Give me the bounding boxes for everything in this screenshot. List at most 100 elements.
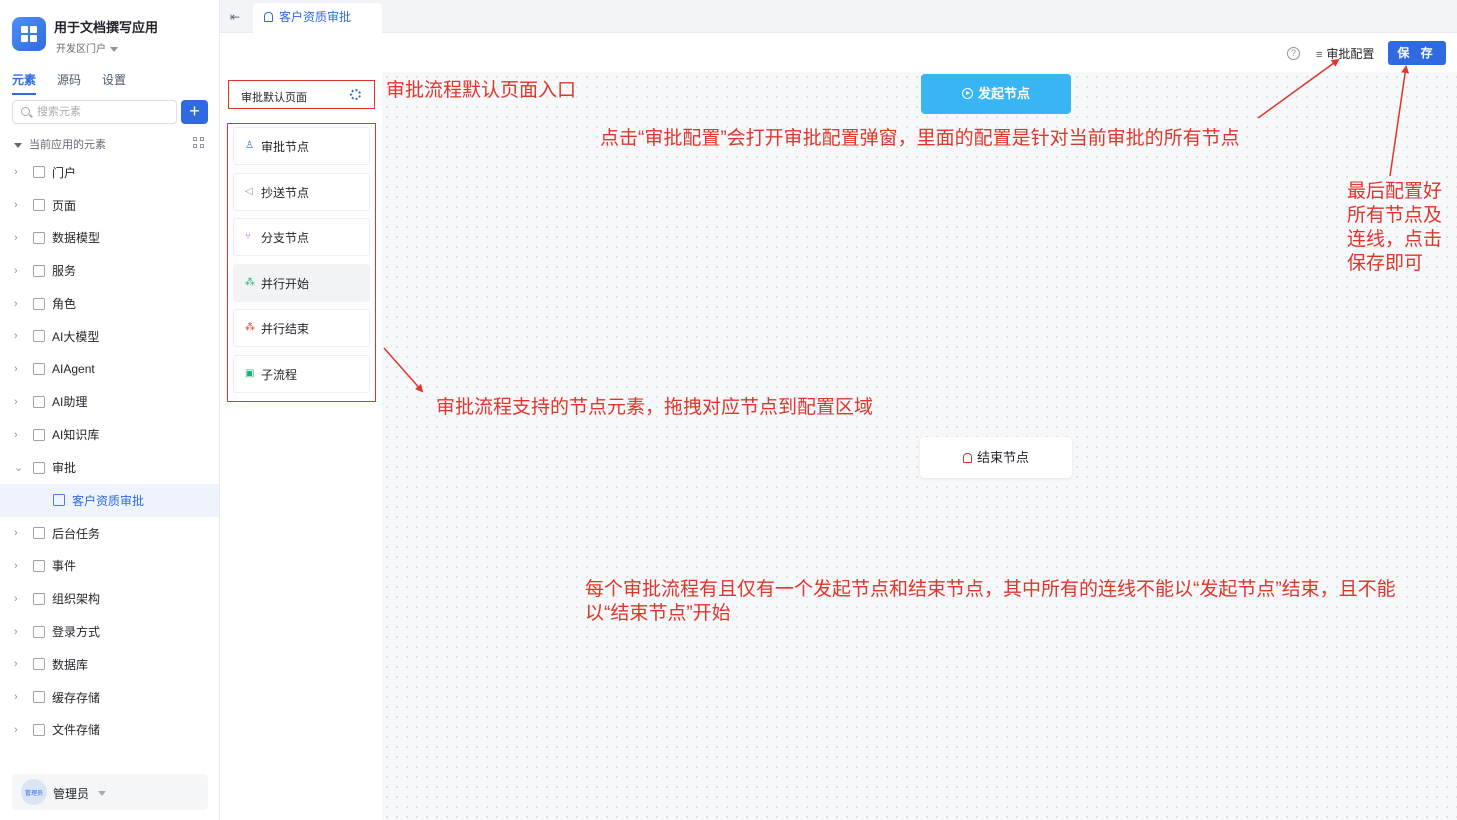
palette-node[interactable]: ⁂ 并行开始: [233, 263, 370, 302]
chevron-right-icon[interactable]: ›: [14, 691, 24, 703]
service-icon: [33, 264, 45, 277]
sidebar-item[interactable]: › 角色: [0, 287, 219, 320]
sidebar-item[interactable]: 客户资质审批: [0, 483, 219, 517]
palette-node[interactable]: ▣ 子流程: [233, 354, 370, 393]
chevron-right-icon[interactable]: ›: [14, 429, 24, 441]
sidebar-item[interactable]: › 服务: [0, 254, 219, 287]
sidebar-item[interactable]: › 组织架构: [0, 582, 219, 615]
chevron-right-icon[interactable]: ›: [14, 560, 24, 572]
chevron-right-icon[interactable]: ›: [14, 166, 24, 178]
sidebar-item[interactable]: › AI知识库: [0, 418, 219, 451]
chevron-right-icon[interactable]: ›: [14, 330, 24, 342]
start-node[interactable]: 发起节点: [921, 74, 1071, 114]
login-icon: [33, 625, 45, 638]
approval-icon: [53, 494, 65, 507]
caret-down-icon: [110, 46, 118, 52]
gear-icon[interactable]: [350, 89, 361, 100]
sidebar-item[interactable]: › 文件存储: [0, 714, 219, 747]
sidebar-item-label: 服务: [52, 264, 77, 279]
chevron-right-icon[interactable]: ›: [14, 658, 24, 670]
portal-selector[interactable]: 开发区门户: [56, 40, 118, 55]
sidebar-item[interactable]: › 后台任务: [0, 517, 219, 550]
sidebar-item-label: 事件: [52, 559, 77, 574]
sidebar-item-label: 页面: [52, 198, 77, 213]
sidebar-item-label: AIAgent: [52, 362, 95, 377]
sidebar-item-label: AI大模型: [52, 329, 100, 344]
tree-layout-icon[interactable]: [193, 137, 205, 149]
role-icon: [33, 297, 45, 310]
chevron-right-icon[interactable]: ›: [14, 724, 24, 736]
palette-node-label: 子流程: [261, 367, 298, 382]
annotation-save-line: 最后配置好: [1347, 181, 1443, 202]
sidebar-item-label: 审批: [52, 461, 77, 476]
chevron-right-icon[interactable]: ›: [14, 593, 24, 605]
sidebar-item-label: 门户: [52, 165, 77, 180]
database-icon: [33, 658, 45, 671]
tree-header[interactable]: 当前应用的元素: [14, 136, 106, 152]
chevron-right-icon[interactable]: ›: [14, 363, 24, 375]
annotation-save-hint: 最后配置好 所有节点及 连线，点击 保存即可: [1347, 180, 1442, 276]
help-icon[interactable]: ?: [1287, 47, 1300, 60]
approval-config-button[interactable]: ≡ 审批配置: [1316, 45, 1374, 62]
chevron-right-icon[interactable]: ›: [14, 199, 24, 211]
tab-customer-approval[interactable]: 客户资质审批: [253, 3, 382, 33]
palette-node[interactable]: ⁂ 并行结束: [233, 309, 370, 347]
tab-label: 客户资质审批: [279, 10, 352, 24]
approval-node-icon: ♙: [245, 140, 254, 151]
palette-node-label: 并行开始: [261, 276, 310, 291]
sidebar-item[interactable]: › AIAgent: [0, 353, 219, 386]
chevron-down-icon[interactable]: ⌄: [14, 461, 24, 474]
search-placeholder: 搜索元素: [37, 106, 81, 118]
search-input[interactable]: 搜索元素: [12, 100, 177, 124]
sidebar-item[interactable]: › 事件: [0, 550, 219, 583]
chevron-right-icon[interactable]: ›: [14, 626, 24, 638]
annotation-rule-line: 以“结束节点”开始: [585, 603, 731, 624]
sidebar-item-label: 角色: [52, 297, 77, 312]
chevron-right-icon[interactable]: ›: [14, 396, 24, 408]
sidebar-item-label: 后台任务: [52, 526, 101, 541]
sidebar-tabs: 元素 源码 设置: [12, 71, 147, 95]
chevron-right-icon[interactable]: ›: [14, 232, 24, 244]
end-node[interactable]: 结束节点: [920, 437, 1072, 478]
palette-node[interactable]: ♙ 审批节点: [233, 127, 370, 165]
sidebar-item[interactable]: › AI大模型: [0, 320, 219, 353]
chevron-right-icon[interactable]: ›: [14, 265, 24, 277]
settings-lines-icon: ≡: [1316, 49, 1323, 61]
play-icon: [961, 88, 973, 99]
palette-node[interactable]: ⑂ 分支节点: [233, 218, 370, 256]
sidebar-item[interactable]: › 数据库: [0, 648, 219, 681]
chevron-right-icon[interactable]: ›: [14, 527, 24, 539]
sidebar-item[interactable]: › AI助理: [0, 386, 219, 419]
sidebar-item[interactable]: ⌄ 审批: [0, 451, 219, 484]
add-element-button[interactable]: +: [181, 100, 208, 124]
tab-source[interactable]: 源码: [57, 71, 81, 95]
tab-settings[interactable]: 设置: [102, 71, 126, 95]
subflow-icon: ▣: [245, 367, 255, 379]
avatar: 管理员: [21, 779, 47, 805]
caret-down-icon: [14, 142, 22, 148]
palette-node[interactable]: ◁ 抄送节点: [233, 172, 370, 211]
chevron-right-icon[interactable]: ›: [14, 298, 24, 310]
sidebar-item[interactable]: › 页面: [0, 189, 219, 222]
tab-elements[interactable]: 元素: [12, 71, 37, 95]
sidebar-item-label: AI知识库: [52, 428, 100, 443]
sidebar-item[interactable]: › 登录方式: [0, 615, 219, 648]
user-name: 管理员: [53, 787, 90, 801]
folder-icon: [33, 723, 45, 736]
annotation-default-entry: 审批流程默认页面入口: [386, 80, 577, 101]
tree-header-label: 当前应用的元素: [29, 139, 106, 151]
palette-node-label: 抄送节点: [261, 185, 310, 200]
sidebar-item[interactable]: › 数据模型: [0, 222, 219, 255]
sidebar-item[interactable]: › 门户: [0, 156, 219, 189]
user-menu[interactable]: 管理员 管理员: [12, 774, 208, 810]
default-page-entry[interactable]: 审批默认页面: [228, 80, 375, 109]
sidebar-item-label: AI助理: [52, 395, 88, 410]
portal-label: 开发区门户: [56, 44, 106, 55]
save-button[interactable]: 保 存: [1388, 41, 1446, 65]
sidebar: 用于文档撰写应用 开发区门户 元素 源码 设置 搜索元素 + 当前应用的元素 ›…: [0, 0, 220, 820]
collapse-sidebar-icon[interactable]: ⇤: [230, 10, 240, 24]
annotation-save-line: 保存即可: [1347, 253, 1424, 274]
sidebar-item-label: 客户资质审批: [72, 493, 145, 508]
sidebar-item-label: 登录方式: [52, 625, 101, 640]
sidebar-item[interactable]: › 缓存存储: [0, 681, 219, 714]
